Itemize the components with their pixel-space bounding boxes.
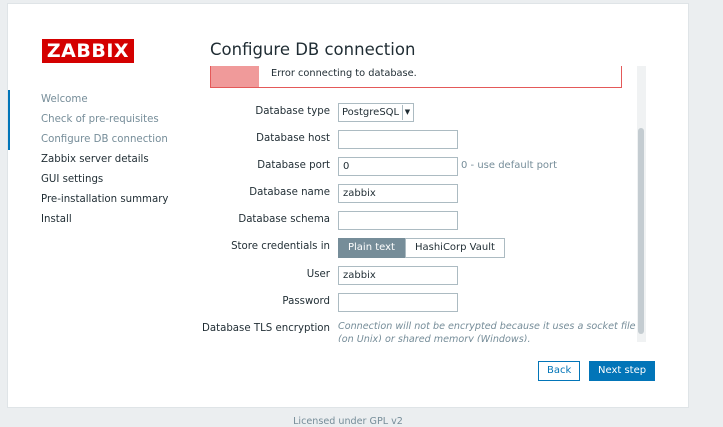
back-button[interactable]: Back xyxy=(538,361,581,381)
step-server-details: Zabbix server details xyxy=(41,154,149,165)
step-prerequisites: Check of pre-requisites xyxy=(8,110,198,130)
step-db-connection: Configure DB connection xyxy=(8,130,198,150)
row-db-schema: Database schema xyxy=(202,211,646,231)
store-credentials-label: Store credentials in xyxy=(231,241,330,252)
user-label: User xyxy=(306,269,330,280)
form-scrollbar[interactable] xyxy=(637,66,646,342)
zabbix-logo: ZABBIX xyxy=(42,39,134,63)
hashicorp-vault-option[interactable]: HashiCorp Vault xyxy=(404,238,505,258)
password-label: Password xyxy=(282,296,330,307)
row-db-port: Database port 0 0 - use default port xyxy=(202,157,646,177)
row-password: Password xyxy=(202,293,646,313)
error-message: Error connecting to database. xyxy=(271,68,417,79)
tls-label: Database TLS encryption xyxy=(202,323,330,334)
db-schema-input[interactable] xyxy=(338,211,458,230)
step-install: Install xyxy=(41,214,72,225)
db-port-hint: 0 - use default port xyxy=(461,160,558,171)
db-form-scroll-area[interactable]: Error connecting to database. Database t… xyxy=(202,66,646,342)
license-footer[interactable]: Licensed under GPL v2 xyxy=(0,416,696,427)
db-type-label: Database type xyxy=(255,106,330,117)
store-credentials-toggle: Plain text HashiCorp Vault xyxy=(338,238,505,258)
row-db-type: Database type PostgreSQL ▼ xyxy=(202,103,646,123)
page-title: Configure DB connection xyxy=(210,40,416,59)
plain-text-option[interactable]: Plain text xyxy=(338,238,405,258)
row-db-host: Database host xyxy=(202,130,646,150)
db-name-label: Database name xyxy=(249,187,330,198)
row-db-name: Database name zabbix xyxy=(202,184,646,204)
scrollbar-thumb[interactable] xyxy=(638,128,644,334)
password-input[interactable] xyxy=(338,293,458,312)
error-icon xyxy=(211,66,259,87)
row-store-credentials: Store credentials in Plain text HashiCor… xyxy=(202,238,646,258)
tls-note: Connection will not be encrypted because… xyxy=(338,321,636,342)
db-type-value: PostgreSQL xyxy=(342,107,400,118)
step-welcome: Welcome xyxy=(8,90,198,110)
db-host-input[interactable] xyxy=(338,130,458,149)
setup-steps-nav: Welcome Check of pre-requisites Configur… xyxy=(8,90,198,230)
user-input[interactable]: zabbix xyxy=(338,266,458,285)
db-port-label: Database port xyxy=(257,160,330,171)
chevron-down-icon: ▼ xyxy=(402,105,412,120)
step-gui-settings: GUI settings xyxy=(41,174,104,185)
next-step-button[interactable]: Next step xyxy=(589,361,656,381)
row-user: User zabbix xyxy=(202,266,646,286)
db-host-label: Database host xyxy=(256,133,330,144)
db-type-select[interactable]: PostgreSQL ▼ xyxy=(338,103,414,122)
db-schema-label: Database schema xyxy=(238,214,330,225)
step-summary: Pre-installation summary xyxy=(41,194,169,205)
error-message-box: Error connecting to database. xyxy=(210,66,622,88)
db-port-input[interactable]: 0 xyxy=(338,157,458,176)
row-tls: Database TLS encryption Connection will … xyxy=(202,320,646,342)
db-name-input[interactable]: zabbix xyxy=(338,184,458,203)
